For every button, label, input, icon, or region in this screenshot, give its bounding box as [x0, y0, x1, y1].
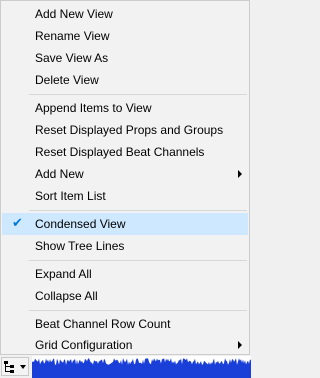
menu-item-label: Reset Displayed Props and Groups	[35, 123, 224, 137]
menu-item-add-new-view[interactable]: Add New View	[2, 3, 248, 25]
tree-view-dropdown-button[interactable]	[1, 357, 29, 376]
menu-item-rename-view[interactable]: Rename View	[2, 25, 248, 47]
menu-item-reset-displayed-props[interactable]: Reset Displayed Props and Groups	[2, 119, 248, 141]
menu-item-label: Grid Configuration	[35, 338, 133, 352]
menu-item-sort-item-list[interactable]: Sort Item List	[2, 185, 248, 207]
menu-item-label: Reset Displayed Beat Channels	[35, 145, 205, 159]
menu-item-label: Show Tree Lines	[35, 239, 125, 253]
menu-item-beat-channel-row-count[interactable]: Beat Channel Row Count	[2, 313, 248, 335]
menu-item-label: Save View As	[35, 51, 109, 65]
menu-item-label: Add New View	[35, 7, 113, 21]
menu-item-show-tree-lines[interactable]: Show Tree Lines	[2, 235, 248, 257]
menu-item-label: Beat Channel Row Count	[35, 317, 171, 331]
menu-item-label: Add New	[35, 167, 84, 181]
tree-view-icon	[4, 361, 14, 373]
menu-item-grid-configuration[interactable]: Grid Configuration	[2, 334, 248, 356]
menu-item-add-new[interactable]: Add New	[2, 163, 248, 185]
bottom-toolbar	[0, 355, 251, 378]
menu-item-label: Collapse All	[35, 289, 98, 303]
menu-separator	[29, 310, 247, 311]
menu-separator	[29, 94, 247, 95]
menu-item-append-items-to-view[interactable]: Append Items to View	[2, 97, 248, 119]
menu-item-collapse-all[interactable]: Collapse All	[2, 285, 248, 307]
menu-item-label: Sort Item List	[35, 189, 106, 203]
menu-item-label: Expand All	[35, 267, 92, 281]
menu-item-label: Condensed View	[35, 217, 126, 231]
menu-item-save-view-as[interactable]: Save View As	[2, 47, 248, 69]
chevron-down-icon	[20, 365, 26, 369]
menu-item-label: Rename View	[35, 29, 110, 43]
submenu-arrow-icon	[238, 170, 242, 178]
menu-separator	[29, 210, 247, 211]
menu-separator	[29, 260, 247, 261]
menu-item-label: Delete View	[35, 73, 99, 87]
audio-waveform	[32, 356, 251, 378]
submenu-arrow-icon	[238, 341, 242, 349]
menu-item-label: Append Items to View	[35, 101, 152, 115]
menu-item-delete-view[interactable]: Delete View	[2, 69, 248, 91]
menu-item-expand-all[interactable]: Expand All	[2, 263, 248, 285]
menu-item-reset-displayed-beat-channels[interactable]: Reset Displayed Beat Channels	[2, 141, 248, 163]
check-icon: ✔	[12, 216, 23, 231]
context-menu: Add New View Rename View Save View As De…	[0, 0, 250, 355]
menu-item-condensed-view[interactable]: ✔ Condensed View	[2, 213, 248, 235]
